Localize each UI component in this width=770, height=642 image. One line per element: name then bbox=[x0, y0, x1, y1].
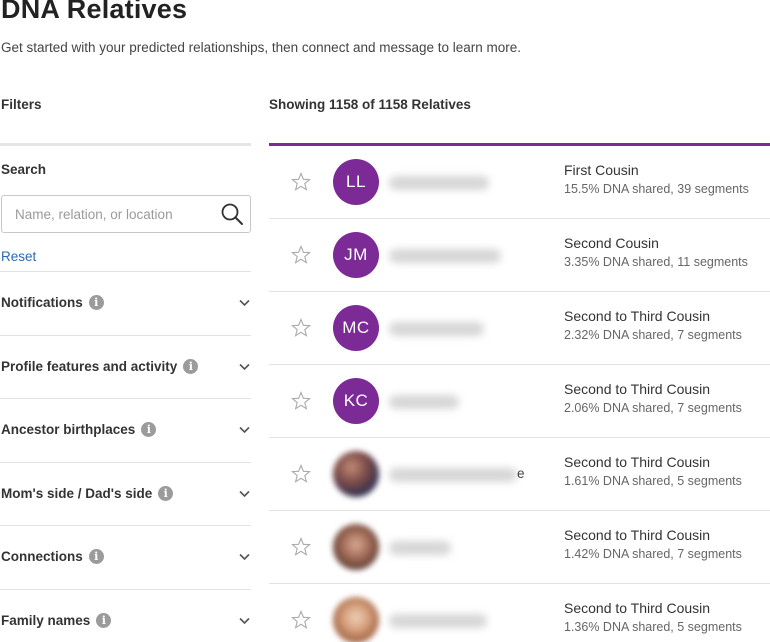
match-row[interactable]: Second to Third Cousin 1.36% DNA shared,… bbox=[269, 584, 770, 642]
filter-profile-features[interactable]: Profile features and activity i bbox=[0, 335, 251, 398]
match-row[interactable]: Second to Third Cousin 1.42% DNA shared,… bbox=[269, 511, 770, 584]
chevron-down-icon[interactable] bbox=[239, 617, 250, 625]
blurred-name[interactable] bbox=[389, 395, 459, 409]
avatar-photo[interactable] bbox=[333, 597, 379, 642]
dna-shared: 2.06% DNA shared, 7 segments bbox=[564, 401, 742, 415]
match-row[interactable]: MC Second to Third Cousin 2.32% DNA shar… bbox=[269, 292, 770, 365]
star-icon[interactable] bbox=[291, 391, 311, 411]
reset-link[interactable]: Reset bbox=[1, 249, 36, 264]
avatar-photo[interactable] bbox=[333, 524, 379, 570]
sidebar-divider bbox=[0, 143, 251, 146]
avatar[interactable]: LL bbox=[333, 159, 379, 205]
blurred-name[interactable] bbox=[389, 322, 484, 336]
match-row[interactable]: LL First Cousin 15.5% DNA shared, 39 seg… bbox=[269, 146, 770, 219]
filter-connections[interactable]: Connections i bbox=[0, 525, 251, 588]
chevron-down-icon[interactable] bbox=[239, 490, 250, 498]
chevron-down-icon[interactable] bbox=[239, 299, 250, 307]
avatar[interactable]: JM bbox=[333, 232, 379, 278]
match-row[interactable]: JM Second Cousin 3.35% DNA shared, 11 se… bbox=[269, 219, 770, 292]
relationship: Second to Third Cousin bbox=[564, 454, 711, 470]
search-input[interactable] bbox=[2, 196, 212, 232]
star-icon[interactable] bbox=[291, 464, 311, 484]
star-icon[interactable] bbox=[291, 245, 311, 265]
relationship: Second to Third Cousin bbox=[564, 381, 711, 397]
blurred-name[interactable] bbox=[389, 468, 517, 482]
info-icon[interactable]: i bbox=[88, 548, 104, 564]
star-icon[interactable] bbox=[291, 318, 311, 338]
blurred-name[interactable] bbox=[389, 176, 489, 190]
dna-shared: 15.5% DNA shared, 39 segments bbox=[564, 182, 749, 196]
filter-label: Profile features and activity bbox=[1, 359, 178, 374]
avatar[interactable]: KC bbox=[333, 378, 379, 424]
star-icon[interactable] bbox=[291, 610, 311, 630]
chevron-down-icon[interactable] bbox=[239, 553, 250, 561]
info-icon[interactable]: i bbox=[96, 612, 112, 628]
relationship: Second Cousin bbox=[564, 235, 659, 251]
info-icon[interactable]: i bbox=[141, 421, 157, 437]
info-icon[interactable]: i bbox=[88, 294, 104, 310]
match-row[interactable]: KC Second to Third Cousin 2.06% DNA shar… bbox=[269, 365, 770, 438]
relationship: First Cousin bbox=[564, 162, 639, 178]
dna-shared: 1.42% DNA shared, 7 segments bbox=[564, 547, 742, 561]
search-label: Search bbox=[1, 162, 47, 177]
relationship: Second to Third Cousin bbox=[564, 527, 711, 543]
star-icon[interactable] bbox=[291, 537, 311, 557]
blurred-name[interactable] bbox=[389, 249, 501, 263]
page-title: DNA Relatives bbox=[1, 0, 188, 24]
filter-label: Connections bbox=[1, 549, 83, 564]
info-icon[interactable]: i bbox=[158, 485, 174, 501]
filter-moms-dads-side[interactable]: Mom's side / Dad's side i bbox=[0, 462, 251, 525]
chevron-down-icon[interactable] bbox=[239, 426, 250, 434]
relationship: Second to Third Cousin bbox=[564, 308, 711, 324]
filter-label: Notifications bbox=[1, 295, 83, 310]
blurred-name[interactable] bbox=[389, 614, 487, 628]
filter-family-names[interactable]: Family names i bbox=[0, 589, 251, 642]
star-icon[interactable] bbox=[291, 172, 311, 192]
dna-shared: 1.36% DNA shared, 5 segments bbox=[564, 620, 742, 634]
chevron-down-icon[interactable] bbox=[239, 363, 250, 371]
avatar[interactable]: MC bbox=[333, 305, 379, 351]
match-row[interactable]: e Second to Third Cousin 1.61% DNA share… bbox=[269, 438, 770, 511]
dna-shared: 1.61% DNA shared, 5 segments bbox=[564, 474, 742, 488]
relationship: Second to Third Cousin bbox=[564, 600, 711, 616]
dna-shared: 2.32% DNA shared, 7 segments bbox=[564, 328, 742, 342]
filter-label: Mom's side / Dad's side bbox=[1, 486, 153, 501]
search-box[interactable] bbox=[1, 195, 251, 233]
filter-notifications[interactable]: Notifications i bbox=[0, 271, 251, 334]
page-subtitle: Get started with your predicted relation… bbox=[1, 40, 522, 55]
filters-heading: Filters bbox=[1, 97, 42, 112]
search-icon[interactable] bbox=[220, 202, 244, 226]
filter-label: Family names bbox=[1, 613, 91, 628]
info-icon[interactable]: i bbox=[183, 358, 199, 374]
showing-count: Showing 1158 of 1158 Relatives bbox=[269, 97, 471, 112]
dna-shared: 3.35% DNA shared, 11 segments bbox=[564, 255, 748, 269]
name-fragment: e bbox=[517, 466, 525, 481]
filter-ancestor-birthplaces[interactable]: Ancestor birthplaces i bbox=[0, 398, 251, 461]
blurred-name[interactable] bbox=[389, 541, 451, 555]
avatar-photo[interactable] bbox=[333, 451, 379, 497]
filter-label: Ancestor birthplaces bbox=[1, 422, 136, 437]
